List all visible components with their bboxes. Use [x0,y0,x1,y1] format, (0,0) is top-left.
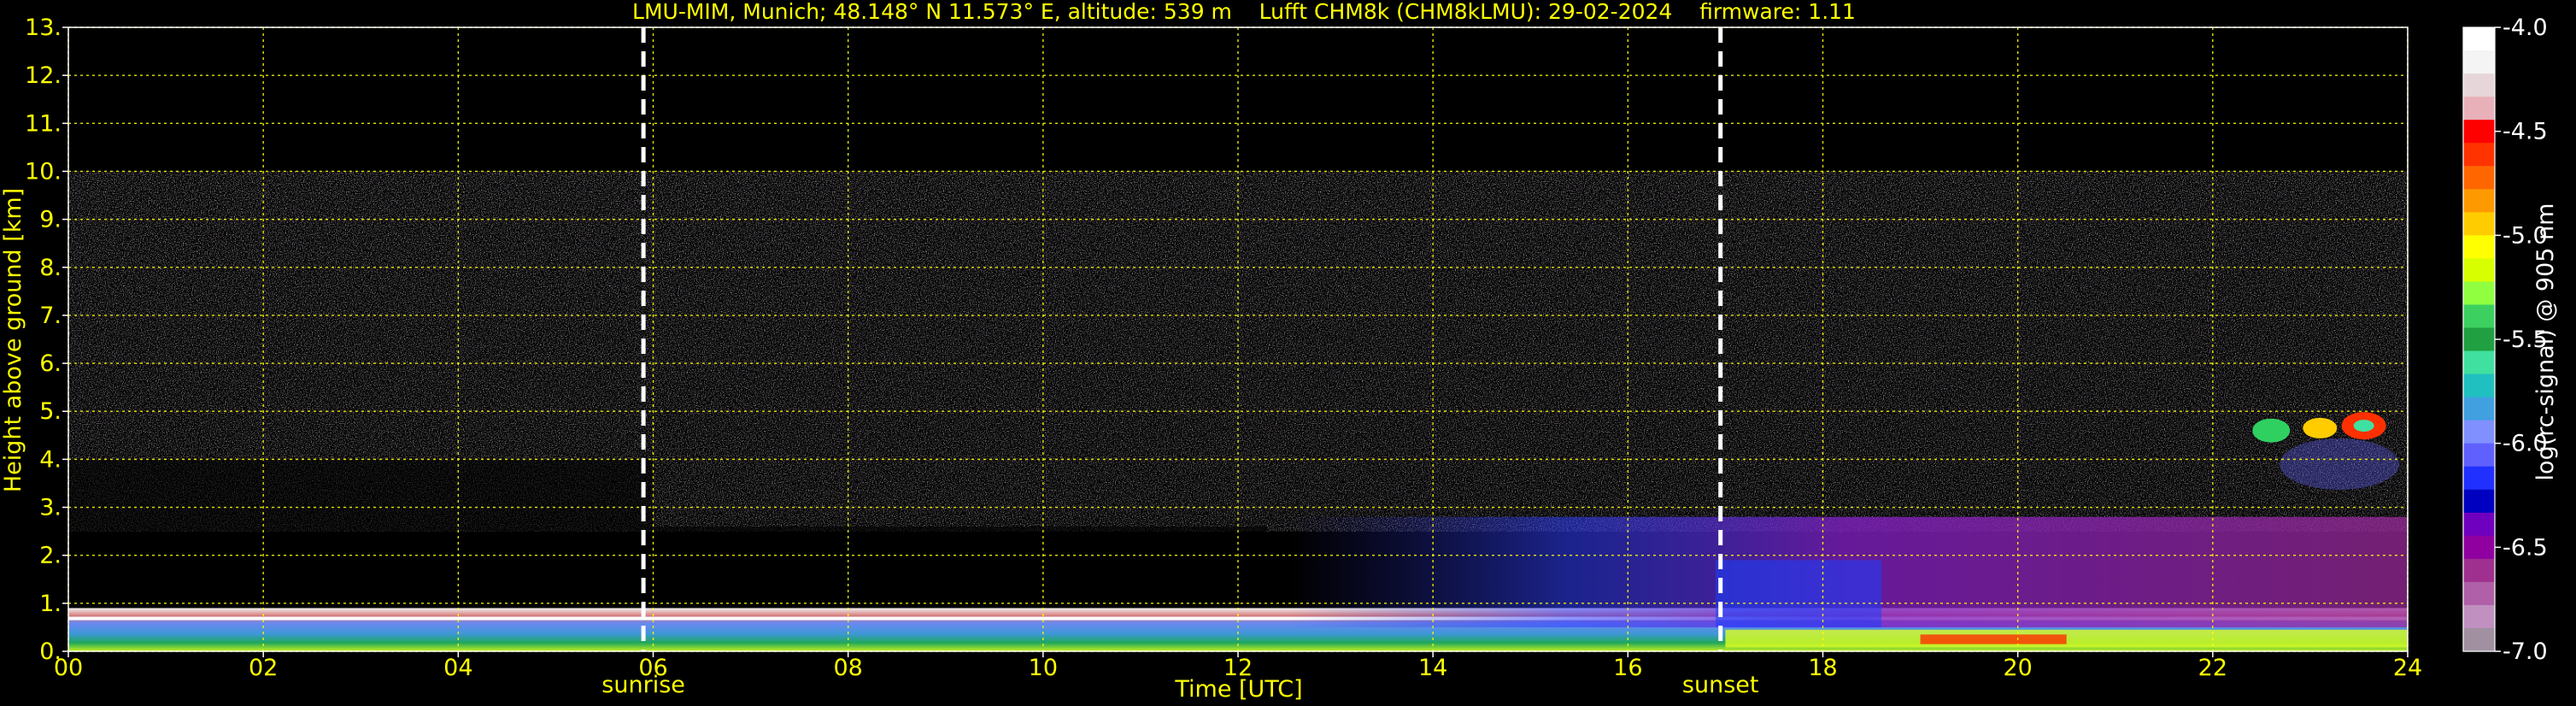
colorbar-tick-label: -4.0 [2503,15,2548,41]
colorbar-segment [2463,535,2495,560]
colorbar-segment [2463,558,2495,583]
signal-region-quiet-day [653,527,1268,609]
colorbar-tick-label: -5.5 [2503,327,2548,353]
cloud-precip [2280,438,2400,490]
colorbar-segment [2463,235,2495,259]
colorbar-segment [2463,281,2495,306]
cloud-patch-2 [2303,417,2338,438]
x-axis-label: Time [UTC] [1174,676,1302,703]
signal-region-quiet-night [68,459,654,532]
marker-sunset-label: sunset [1682,672,1759,698]
cloud-patch-4 [2353,420,2374,432]
colorbar-segment [2463,212,2495,236]
colorbar-segment [2463,74,2495,97]
colorbar-segment [2463,304,2495,329]
signal-region-surface-peak [1920,634,2067,644]
colorbar-segment [2463,350,2495,375]
colorbar-segment [2463,189,2495,213]
y-tick-label: 2. [39,543,62,569]
colorbar-segment [2463,258,2495,283]
colorbar-segment [2463,374,2495,398]
colorbar-tick-label: -7.0 [2503,638,2548,665]
colorbar-segment [2463,420,2495,444]
y-tick-label: 4. [39,446,62,473]
x-tick-label: 16 [1613,655,1642,681]
y-tick-label: 9. [39,207,62,233]
cloud-patch-1 [2252,418,2291,443]
x-tick-label: 10 [1029,655,1058,681]
y-tick-label: 11. [25,110,62,137]
x-tick-label: 02 [249,655,278,681]
colorbar-segment [2463,627,2495,652]
colorbar-segment [2463,581,2495,606]
colorbar-segment [2463,327,2495,352]
y-tick-label: 13. [25,15,62,41]
x-tick-label: 08 [833,655,862,681]
colorbar-segment [2463,443,2495,468]
colorbar-tick-label: -4.5 [2503,119,2548,145]
chart-title: LMU-MIM, Munich; 48.148° N 11.573° E, al… [632,0,1856,24]
x-tick-label: 20 [2003,655,2032,681]
x-tick-label: 18 [1808,655,1837,681]
y-tick-label: 6. [39,350,62,377]
y-tick-label: 10. [25,158,62,185]
y-tick-label: 5. [39,398,62,425]
colorbar-segment [2463,143,2495,167]
ceilometer-chart: sunrise sunset 00 02 04 06 08 10 12 14 16 18 20 22 24… [0,0,2559,703]
y-tick-label: 12. [25,62,62,89]
x-tick-label: 04 [443,655,472,681]
colorbar-tick-label: -6.5 [2503,534,2548,561]
y-tick-label: 8. [39,255,62,281]
x-tick-label: 22 [2198,655,2227,681]
colorbar-segment [2463,397,2495,421]
colorbar-segment [2463,50,2495,74]
x-tick-label: 14 [1418,655,1447,681]
y-tick-label: 7. [39,303,62,329]
y-tick-label: 3. [39,495,62,521]
signal-region-evening-core [1716,560,1881,627]
colorbar-segment [2463,120,2495,144]
colorbar-segment [2463,97,2495,121]
colorbar-tick-label: -6.0 [2503,431,2548,457]
colorbar-segment [2463,27,2495,51]
colorbar-segment [2463,512,2495,537]
colorbar-segment [2463,166,2495,190]
y-tick-label: 1. [39,591,62,617]
y-axis-label: Height above ground [km] [0,188,26,492]
colorbar-tick-label: -5.0 [2503,222,2548,249]
y-tick-label: 0. [39,638,62,665]
x-tick-label: 06 [638,655,667,681]
colorbar-segment [2463,604,2495,629]
colorbar-segment [2463,489,2495,514]
x-tick-label: 24 [2393,655,2422,681]
colorbar-segment [2463,466,2495,491]
